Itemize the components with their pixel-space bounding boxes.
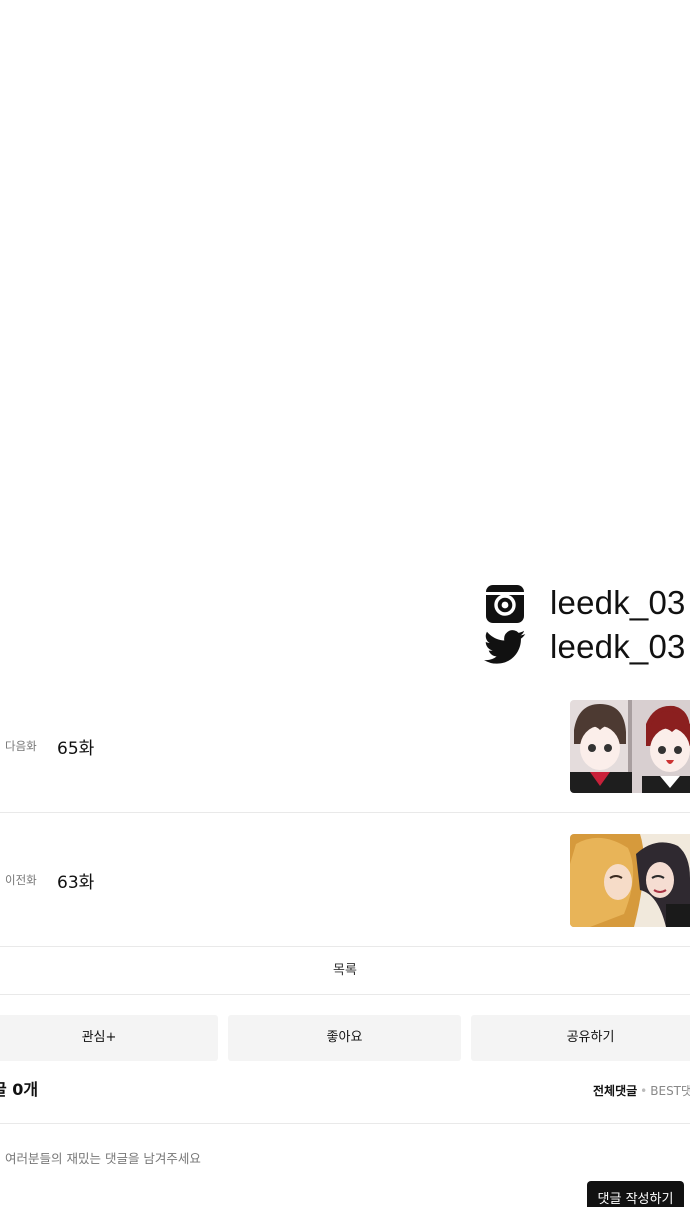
comment-count: 글 0개 bbox=[0, 1080, 39, 1099]
next-episode-link[interactable]: 다음화 65화 bbox=[0, 680, 690, 813]
next-episode-title: 65화 bbox=[57, 739, 95, 759]
sort-all-comments-tab[interactable]: 전체댓글 bbox=[593, 1084, 637, 1098]
instagram-link[interactable]: leedk_03 bbox=[484, 582, 690, 626]
twitter-handle: leedk_03 bbox=[550, 628, 686, 665]
episode-list-button[interactable]: 목록 bbox=[0, 948, 690, 995]
twitter-link[interactable]: leedk_03 bbox=[484, 626, 690, 670]
instagram-icon bbox=[486, 585, 524, 623]
next-episode-thumbnail bbox=[570, 700, 690, 793]
episode-viewer-page: leedk_03 leedk_03 다음화 65화 이전화 63화 목록 관심+… bbox=[0, 0, 690, 1207]
author-social-links: leedk_03 leedk_03 bbox=[484, 582, 690, 670]
like-button[interactable]: 좋아요 bbox=[228, 1015, 461, 1061]
sort-separator: • bbox=[640, 1084, 648, 1098]
comment-input[interactable] bbox=[5, 1147, 565, 1169]
share-button[interactable]: 공유하기 bbox=[471, 1015, 690, 1061]
episode-list-label: 목록 bbox=[333, 963, 357, 978]
comment-sort-tabs: 전체댓글 • BEST댓 bbox=[593, 1082, 690, 1099]
previous-episode-thumbnail bbox=[570, 834, 690, 927]
instagram-handle: leedk_03 bbox=[550, 584, 686, 621]
submit-comment-button[interactable]: 댓글 작성하기 bbox=[587, 1181, 684, 1207]
next-episode-label: 다음화 bbox=[5, 739, 37, 753]
sort-best-comments-tab[interactable]: BEST댓 bbox=[650, 1084, 690, 1098]
previous-episode-title: 63화 bbox=[57, 873, 95, 893]
previous-episode-label: 이전화 bbox=[5, 873, 37, 887]
comments-header: 글 0개 전체댓글•BEST댓 bbox=[0, 1068, 690, 1124]
subscribe-button[interactable]: 관심+ bbox=[0, 1015, 218, 1061]
previous-episode-link[interactable]: 이전화 63화 bbox=[0, 814, 690, 947]
twitter-icon bbox=[484, 630, 526, 664]
